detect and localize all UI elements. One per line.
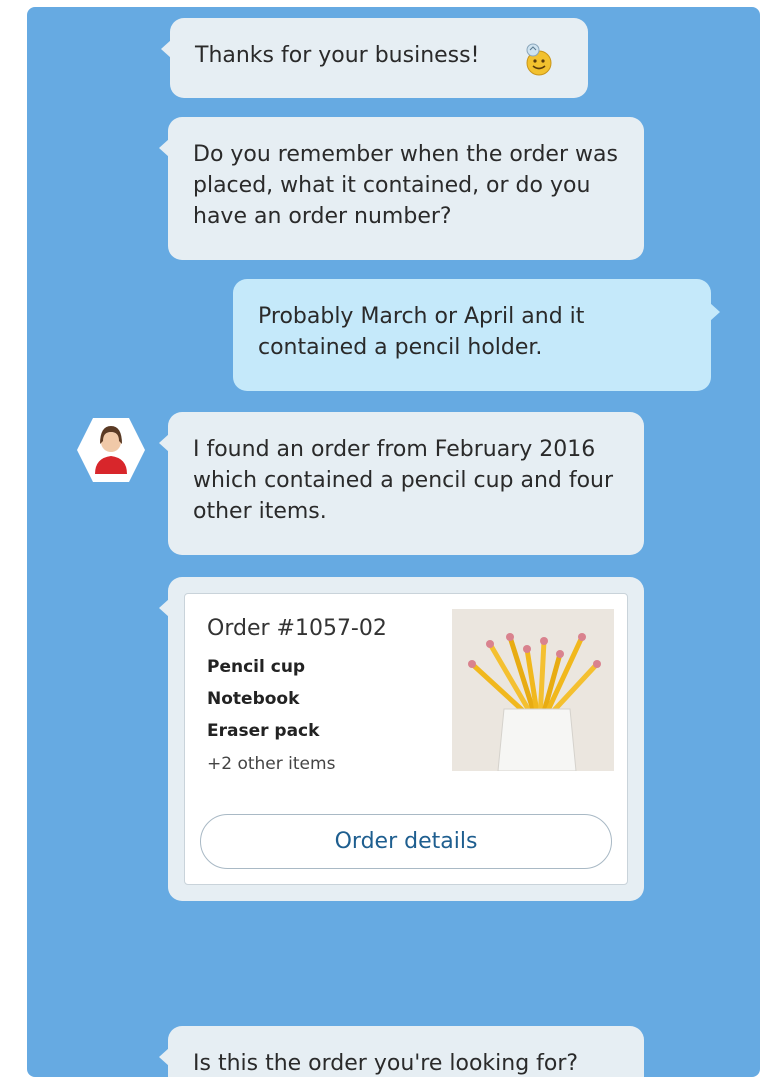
message-text: I found an order from February 2016 whic… xyxy=(193,437,614,524)
order-card[interactable]: Order #1057-02 Pencil cup Notebook Erase… xyxy=(184,593,628,885)
order-more-items: +2 other items xyxy=(207,754,336,774)
pencil-cup-image xyxy=(452,609,614,771)
order-details-button[interactable]: Order details xyxy=(200,814,612,869)
order-item: Notebook xyxy=(207,689,300,709)
order-title: Order #1057-02 xyxy=(207,616,387,641)
order-item: Pencil cup xyxy=(207,657,306,677)
bot-message: I found an order from February 2016 whic… xyxy=(159,412,644,555)
message-text: Thanks for your business! xyxy=(195,43,480,68)
bot-message: Is this the order you're looking for? xyxy=(159,1026,644,1077)
chat-panel[interactable]: Thanks for your business! Do you remembe… xyxy=(27,7,760,1077)
message-text: Do you remember when the order was place… xyxy=(193,142,618,229)
message-text: Probably March or April and it contained… xyxy=(258,304,585,360)
user-message: Probably March or April and it contained… xyxy=(233,279,720,391)
smiley-emoji-icon xyxy=(526,43,552,76)
order-item: Eraser pack xyxy=(207,721,320,741)
bot-message: Do you remember when the order was place… xyxy=(159,117,644,260)
bot-message: Thanks for your business! xyxy=(161,18,588,98)
agent-avatar xyxy=(77,418,145,482)
order-card-bubble: Order #1057-02 Pencil cup Notebook Erase… xyxy=(159,577,644,901)
